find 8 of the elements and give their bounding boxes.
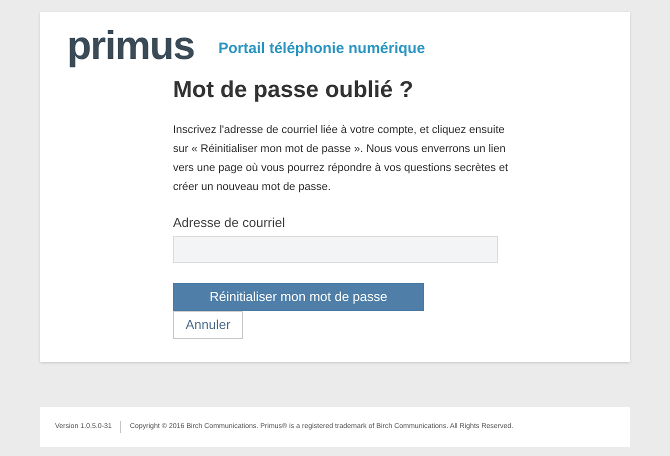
instructions-text: Inscrivez l'adresse de courriel liée à votre compte, et cliquez ensuite sur « Réinitialiser mon mot de passe ». Nous vous enverrons un lien vers une page où vous pourrez répondre à vos questions secrètes et créer un nouveau mot de passe.: [173, 122, 510, 194]
page-title: Mot de passe oublié ?: [173, 75, 414, 104]
email-label: Adresse de courriel: [173, 214, 286, 232]
reset-password-button[interactable]: Réinitialiser mon mot de passe: [173, 283, 424, 311]
logo: primus: [67, 26, 194, 66]
cancel-button[interactable]: Annuler: [173, 311, 243, 339]
portal-title: Portail téléphonie numérique: [218, 38, 426, 58]
email-input-field[interactable]: [173, 236, 498, 263]
